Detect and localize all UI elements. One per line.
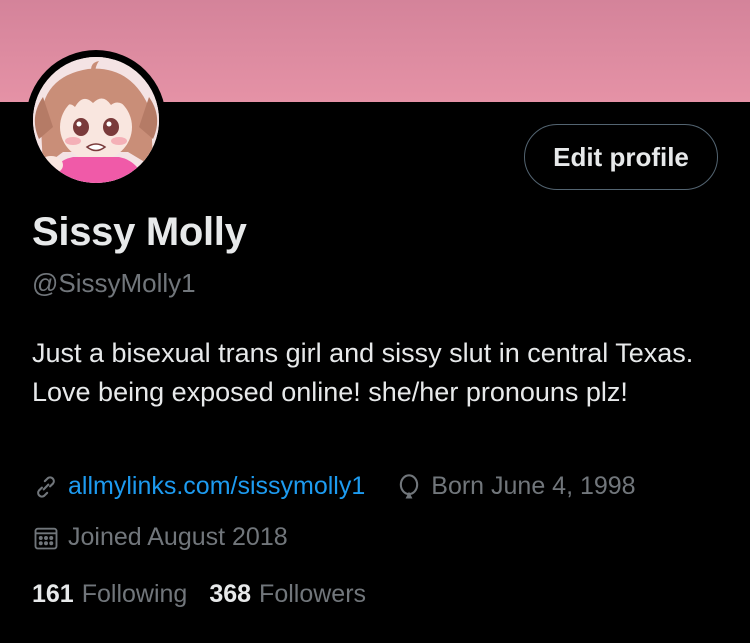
profile-meta-row-1: allmylinks.com/sissymolly1 Born June 4, … xyxy=(32,472,636,501)
profile-meta-row-2: Joined August 2018 xyxy=(32,523,288,552)
edit-profile-button[interactable]: Edit profile xyxy=(524,124,718,190)
followers-stat[interactable]: 368 Followers xyxy=(209,580,366,609)
profile-bio: Just a bisexual trans girl and sissy slu… xyxy=(32,338,694,407)
followers-label: Followers xyxy=(259,580,367,608)
following-stat[interactable]: 161 Following xyxy=(32,580,187,609)
link-icon xyxy=(32,473,60,501)
avatar-image xyxy=(33,57,159,183)
profile-handle: @SissyMolly1 xyxy=(32,268,196,298)
joined-text: Joined August 2018 xyxy=(68,523,288,551)
following-count: 161 xyxy=(32,580,74,608)
birthday-text: Born June 4, 1998 xyxy=(431,472,636,500)
balloon-icon xyxy=(395,473,423,501)
profile-stats: 161 Following 368 Followers xyxy=(32,580,388,609)
followers-count: 368 xyxy=(209,580,252,608)
profile-website-link[interactable]: allmylinks.com/sissymolly1 xyxy=(68,472,365,501)
profile-name: Sissy Molly xyxy=(32,210,247,254)
following-label: Following xyxy=(81,580,188,608)
profile-avatar[interactable] xyxy=(26,50,166,190)
calendar-icon xyxy=(32,524,60,552)
profile-birthday: Born June 4, 1998 xyxy=(395,472,636,501)
